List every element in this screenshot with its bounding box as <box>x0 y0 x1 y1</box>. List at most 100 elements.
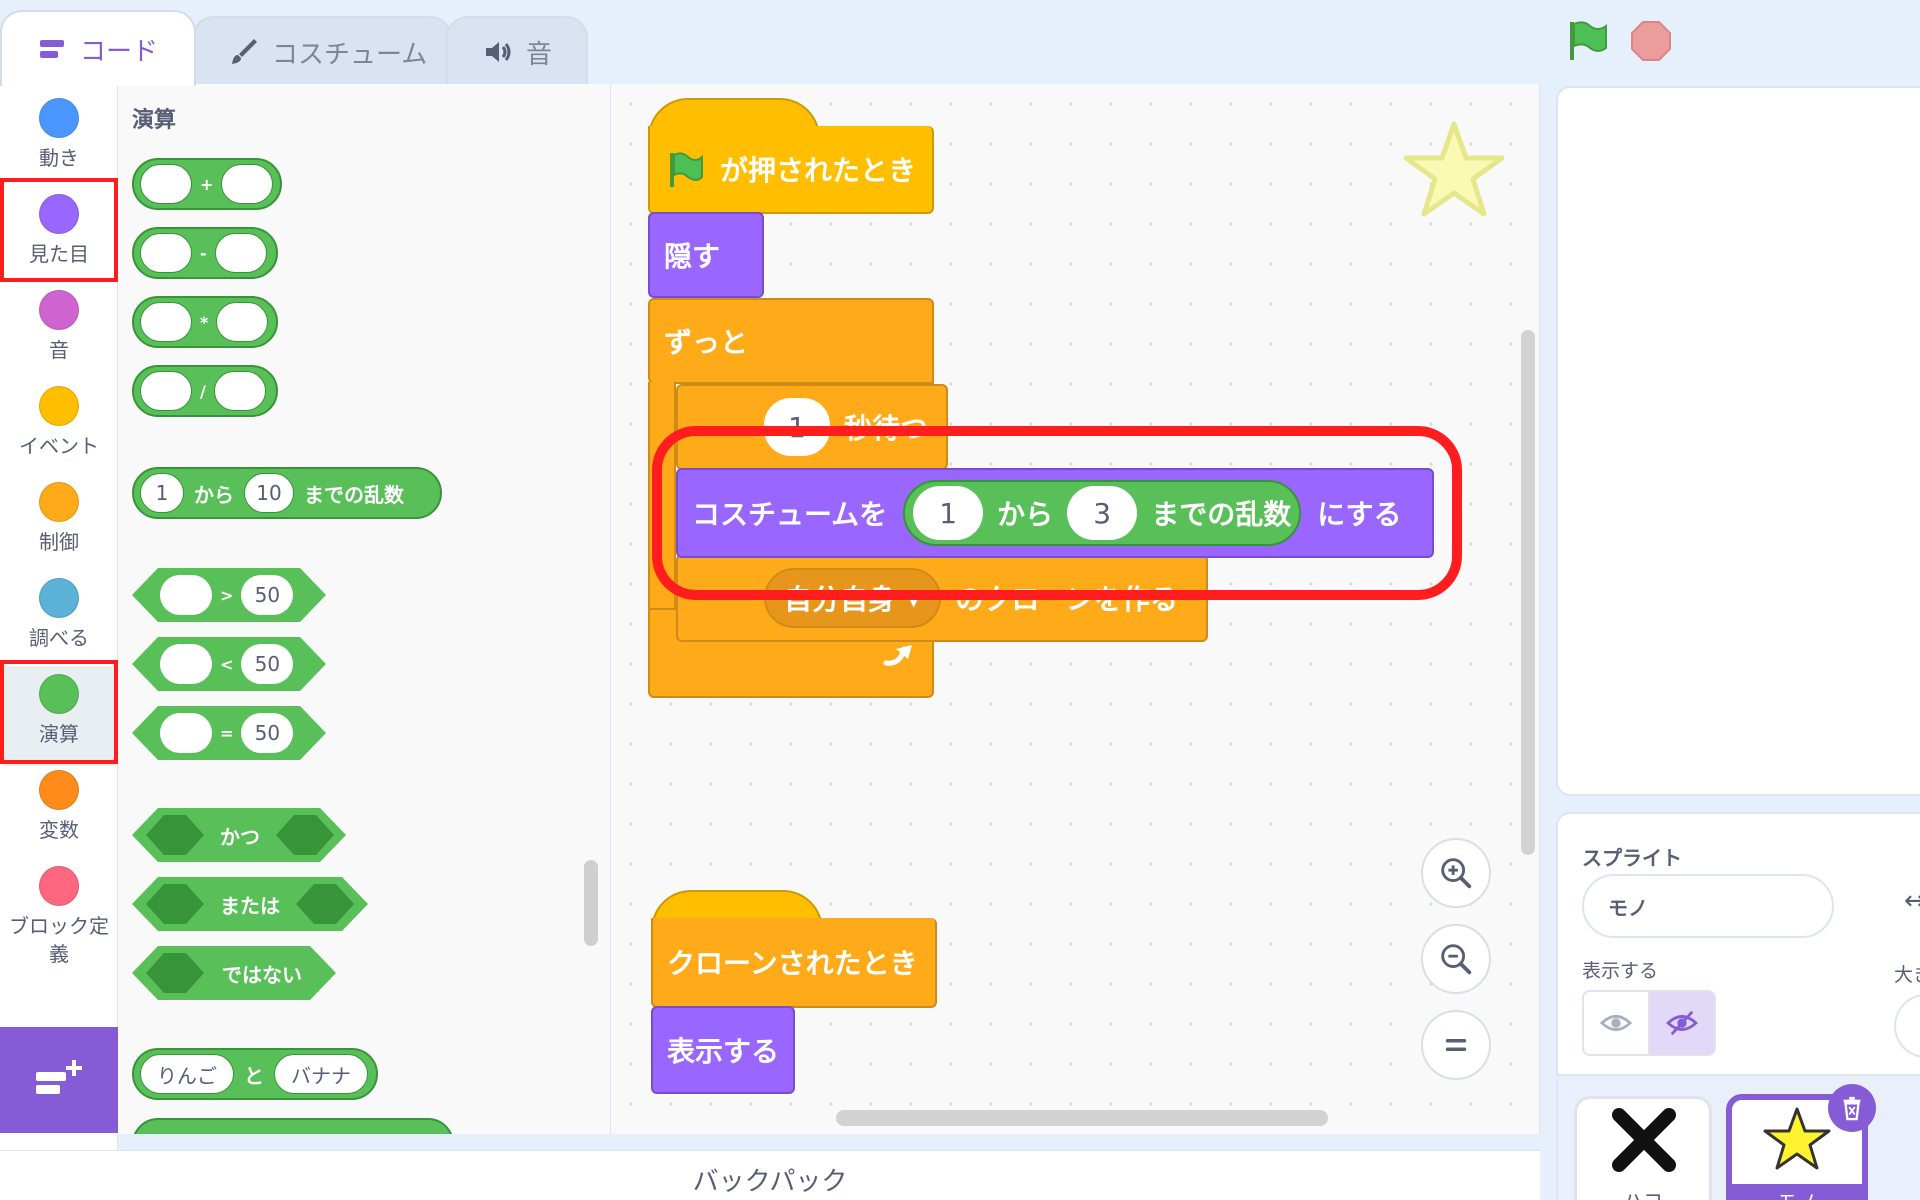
input-slot[interactable] <box>160 575 212 615</box>
random-to-input[interactable]: 10 <box>244 473 294 513</box>
forever-block[interactable]: ずっと <box>648 298 934 384</box>
or-label: または <box>220 893 280 918</box>
input-slot[interactable] <box>213 371 266 411</box>
category-control[interactable]: 制御 <box>0 482 118 556</box>
boolean-slot[interactable] <box>296 884 354 924</box>
lt-value-input[interactable]: 50 <box>241 644 293 684</box>
add-extension-button[interactable] <box>0 1027 118 1133</box>
star-icon <box>1763 1107 1831 1170</box>
zoom-out-icon <box>1441 944 1472 975</box>
size-input[interactable] <box>1894 994 1920 1058</box>
palette-scrollbar[interactable] <box>584 860 598 946</box>
random-from-input[interactable]: 1 <box>140 473 184 513</box>
sprite-thumbnail-label: ハコ <box>1577 1185 1709 1200</box>
category-variables[interactable]: 変数 <box>0 770 118 844</box>
when-flag-clicked-block[interactable]: が押されたとき <box>648 126 934 214</box>
category-label: 調べる <box>29 626 89 650</box>
block-palette: 演算 + - * / 1 から 10 までの乱数 > 50 < 50 = 50 <box>118 84 611 1134</box>
sound-dot-icon <box>39 290 79 330</box>
random-block[interactable]: 1 から 10 までの乱数 <box>132 467 442 519</box>
equals-block[interactable]: = 50 <box>132 706 326 760</box>
input-slot[interactable] <box>140 371 192 411</box>
sprite-thumbnail-label: モノ <box>1732 1186 1862 1200</box>
less-than-block[interactable]: < 50 <box>132 637 326 691</box>
eq-operator: = <box>220 723 234 743</box>
input-slot[interactable] <box>140 233 192 273</box>
green-flag-button[interactable] <box>1566 18 1610 62</box>
subtract-block[interactable]: - <box>132 227 278 279</box>
category-motion[interactable]: 動き <box>0 98 118 172</box>
eye-icon <box>1600 1015 1632 1031</box>
random-to-label: までの乱数 <box>304 482 404 507</box>
show-label: 表示する <box>667 1035 780 1068</box>
input-slot[interactable] <box>160 644 212 684</box>
category-label: 変数 <box>39 818 79 842</box>
zoom-out-button[interactable] <box>1421 924 1491 994</box>
hide-sprite-button[interactable] <box>1648 990 1716 1056</box>
green-flag-icon <box>1570 21 1607 60</box>
category-events[interactable]: イベント <box>0 386 118 460</box>
boolean-slot[interactable] <box>276 815 334 855</box>
divide-operator: / <box>200 381 206 401</box>
input-slot[interactable] <box>221 164 274 204</box>
input-slot[interactable] <box>160 713 212 753</box>
multiply-operator: * <box>200 312 209 332</box>
join-a-input[interactable]: りんご <box>140 1054 234 1094</box>
input-slot[interactable] <box>216 302 269 342</box>
and-block[interactable]: かつ <box>132 808 346 862</box>
workspace-vertical-scrollbar[interactable] <box>1521 330 1535 855</box>
costume-block-highlight <box>652 426 1462 600</box>
sprite-thumbnail-hako[interactable]: ハコ <box>1574 1096 1712 1200</box>
join-b-input[interactable]: バナナ <box>274 1054 368 1094</box>
eye-slash-icon <box>1666 1010 1698 1036</box>
gt-value-input[interactable]: 50 <box>241 575 293 615</box>
boolean-slot[interactable] <box>146 953 204 993</box>
zoom-in-button[interactable] <box>1421 838 1491 908</box>
join-label: と <box>244 1063 264 1088</box>
tab-code[interactable]: コード <box>0 10 196 86</box>
backpack-label: バックパック <box>692 1167 848 1197</box>
tab-sounds[interactable]: 音 <box>446 16 588 86</box>
stop-button[interactable] <box>1630 20 1672 62</box>
tab-costumes[interactable]: コスチューム <box>192 16 452 86</box>
tab-code-label: コード <box>80 36 159 67</box>
category-sensing[interactable]: 調べる <box>0 578 118 652</box>
stage-canvas[interactable] <box>1556 86 1920 796</box>
letter-of-block-partial[interactable] <box>132 1118 454 1134</box>
greater-than-block[interactable]: > 50 <box>132 568 326 622</box>
category-my-blocks[interactable]: ブロック定義 <box>0 866 118 968</box>
add-extension-icon <box>36 1060 82 1094</box>
boolean-slot[interactable] <box>146 815 204 855</box>
multiply-block[interactable]: * <box>132 296 278 348</box>
input-slot[interactable] <box>214 233 267 273</box>
category-label: 音 <box>49 338 69 362</box>
random-from-label: から <box>194 482 234 507</box>
divide-block[interactable]: / <box>132 365 278 417</box>
eq-value-input[interactable]: 50 <box>241 713 293 753</box>
trash-icon <box>1843 1096 1861 1121</box>
operators-highlight-box <box>0 660 118 764</box>
join-block[interactable]: りんご と バナナ <box>132 1048 378 1100</box>
workspace-horizontal-scrollbar[interactable] <box>836 1110 1328 1126</box>
boolean-slot[interactable] <box>146 884 204 924</box>
green-flag-icon <box>670 152 703 187</box>
delete-sprite-button[interactable] <box>1828 1084 1876 1132</box>
or-block[interactable]: または <box>132 877 368 931</box>
show-block[interactable]: 表示する <box>651 1006 795 1094</box>
zoom-reset-button[interactable] <box>1421 1010 1491 1080</box>
show-sprite-button[interactable] <box>1582 990 1650 1056</box>
not-block[interactable]: ではない <box>132 946 336 1000</box>
add-block[interactable]: + <box>132 158 282 210</box>
size-label: 大き <box>1894 964 1920 986</box>
input-slot[interactable] <box>140 164 192 204</box>
category-label: ブロック定義 <box>9 914 109 966</box>
when-clone-starts-block[interactable]: クローンされたとき <box>651 918 937 1008</box>
backpack-bar[interactable]: バックパック <box>0 1150 1540 1200</box>
subtract-operator: - <box>200 243 207 263</box>
category-sound[interactable]: 音 <box>0 290 118 364</box>
x-mark-icon <box>1612 1108 1676 1172</box>
input-slot[interactable] <box>140 302 192 342</box>
when-clone-label: クローンされたとき <box>667 947 918 980</box>
sprite-name-input[interactable]: モノ <box>1582 874 1834 938</box>
hide-block[interactable]: 隠す <box>648 212 764 298</box>
